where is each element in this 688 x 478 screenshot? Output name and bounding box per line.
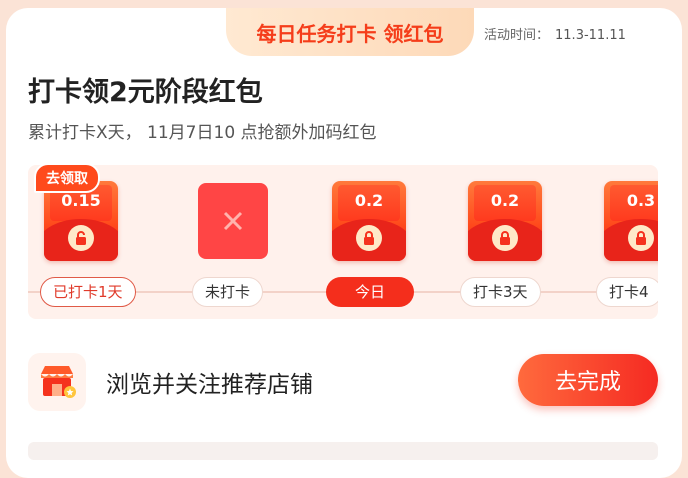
day-label-3: 今日	[326, 277, 414, 307]
missed-day-box	[198, 183, 268, 259]
unlock-icon	[68, 225, 94, 251]
activity-banner: 每日任务打卡 领红包	[226, 8, 474, 56]
shop-icon	[28, 353, 86, 411]
lock-icon	[356, 225, 382, 251]
go-complete-button[interactable]: 去完成	[518, 354, 658, 406]
checkin-track: 0.15 去领取 已打卡1天 未打卡 0.2 今日 0.2 打卡3天 0.3 打…	[28, 165, 658, 319]
red-envelope-icon: 0.3	[604, 181, 658, 261]
page-title: 打卡领2元阶段红包	[28, 77, 263, 108]
day-item-1[interactable]: 0.15 去领取 已打卡1天	[28, 165, 136, 319]
day-label-1: 已打卡1天	[40, 277, 136, 307]
period-label: 活动时间：	[484, 28, 550, 43]
day-item-3[interactable]: 0.2 今日	[314, 165, 414, 319]
day-label-5: 打卡4	[596, 277, 658, 307]
envelope-value: 0.2	[354, 191, 384, 210]
day-item-4[interactable]: 0.2 打卡3天	[450, 165, 546, 319]
next-task-row	[28, 442, 658, 460]
claim-button[interactable]: 去领取	[34, 165, 100, 193]
red-envelope-icon: 0.2	[332, 181, 406, 261]
activity-period: 活动时间： 11.3-11.11	[484, 24, 626, 43]
envelope-value: 0.3	[626, 191, 656, 210]
lock-icon	[628, 225, 654, 251]
period-dates: 11.3-11.11	[555, 28, 626, 43]
envelope-value: 0.15	[61, 191, 101, 210]
task-label: 浏览并关注推荐店铺	[106, 372, 313, 398]
day-item-2[interactable]: 未打卡	[178, 165, 274, 319]
banner-title: 每日任务打卡 领红包	[256, 21, 444, 46]
envelope-value: 0.2	[490, 191, 520, 210]
red-envelope-icon: 0.15	[44, 181, 118, 261]
page-subtitle: 累计打卡X天， 11月7日10 点抢额外加码红包	[28, 123, 377, 143]
day-label-4: 打卡3天	[460, 277, 541, 307]
close-icon	[223, 211, 243, 231]
day-item-5[interactable]: 0.3 打卡4	[586, 165, 658, 319]
task-row: 浏览并关注推荐店铺 去完成	[28, 350, 658, 414]
red-envelope-icon: 0.2	[468, 181, 542, 261]
day-label-2: 未打卡	[192, 277, 264, 307]
lock-icon	[492, 225, 518, 251]
